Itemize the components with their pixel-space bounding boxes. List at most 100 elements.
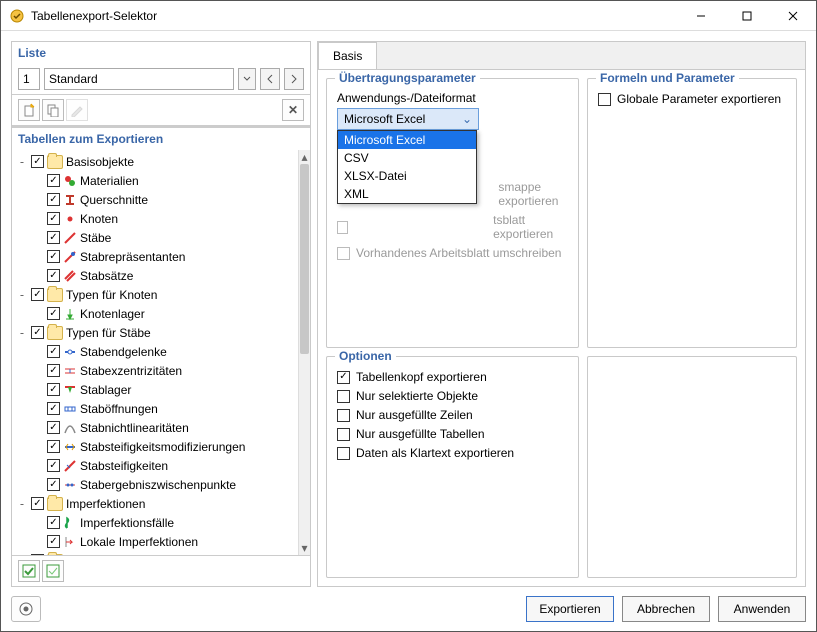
tree-group[interactable]: -Typen für Stäbe [12,323,298,342]
checkbox[interactable] [47,174,60,187]
checkbox[interactable] [47,421,60,434]
tree-group[interactable]: -Basisobjekte [12,152,298,171]
tree-item[interactable]: Knoten [12,209,298,228]
checkbox[interactable] [47,250,60,263]
expander-icon[interactable]: - [16,326,28,340]
hinge-icon [63,345,77,359]
tree-item[interactable]: Stabsteifigkeiten [12,456,298,475]
cancel-button[interactable]: Abbrechen [622,596,710,622]
checkbox[interactable] [598,93,611,106]
delete-list-button[interactable]: ✕ [282,99,304,121]
tree-item[interactable]: Stablager [12,380,298,399]
scroll-down-icon[interactable]: ▾ [299,541,310,555]
checkbox[interactable] [337,428,350,441]
checkbox[interactable] [31,288,44,301]
checkbox[interactable] [47,535,60,548]
checkbox[interactable] [47,193,60,206]
close-button[interactable] [770,1,816,31]
apply-button[interactable]: Anwenden [718,596,806,622]
list-dropdown-button[interactable] [238,68,256,90]
window-title: Tabellenexport-Selektor [31,9,678,23]
impcase-icon [63,516,77,530]
tree-group[interactable]: -Lastfälle und Kombinationen [12,551,298,555]
chk-cleartext[interactable]: Daten als Klartext exportieren [337,446,568,460]
tree-item[interactable]: Staböffnungen [12,399,298,418]
checkbox[interactable] [47,269,60,282]
minimize-button[interactable] [678,1,724,31]
tab-basis[interactable]: Basis [318,42,377,70]
help-button[interactable] [11,596,41,622]
scroll-up-icon[interactable]: ▴ [299,150,310,164]
format-option[interactable]: Microsoft Excel [338,131,476,149]
checkbox[interactable] [47,212,60,225]
tree-item-label: Querschnitte [80,193,148,207]
chk-filled-rows[interactable]: Nur ausgefüllte Zeilen [337,408,568,422]
checkbox[interactable] [31,155,44,168]
expander-icon[interactable]: - [16,497,28,511]
tree-item[interactable]: Querschnitte [12,190,298,209]
list-name-combo[interactable]: Standard [44,68,234,90]
checkbox[interactable] [47,364,60,377]
checkbox[interactable] [337,447,350,460]
checkbox[interactable] [337,409,350,422]
uncheck-all-button[interactable] [42,560,64,582]
support-icon [63,307,77,321]
chk-only-selected[interactable]: Nur selektierte Objekte [337,389,568,403]
tree-item[interactable]: Stabsätze [12,266,298,285]
tree-item[interactable]: Stabrepräsentanten [12,247,298,266]
maximize-button[interactable] [724,1,770,31]
list-prev-button[interactable] [260,68,280,90]
checkbox[interactable] [31,326,44,339]
expander-icon[interactable]: - [16,155,28,169]
tree-item[interactable]: Materialien [12,171,298,190]
format-option[interactable]: XLSX-Datei [338,167,476,185]
checkbox[interactable] [47,516,60,529]
list-index-combo[interactable]: 1 [18,68,40,90]
tree-item[interactable]: Imperfektionsfälle [12,513,298,532]
tree-item[interactable]: Stäbe [12,228,298,247]
chk-table-header[interactable]: Tabellenkopf exportieren [337,370,568,384]
checkbox[interactable] [47,383,60,396]
checkbox[interactable] [47,478,60,491]
export-button[interactable]: Exportieren [526,596,614,622]
format-option[interactable]: CSV [338,149,476,167]
tree-item[interactable]: Stabexzentrizitäten [12,361,298,380]
checkbox[interactable] [47,440,60,453]
tree-item[interactable]: Stabnichtlinearitäten [12,418,298,437]
list-next-button[interactable] [284,68,304,90]
scroll-thumb[interactable] [300,164,309,354]
expander-icon[interactable]: - [16,554,28,556]
tables-tree[interactable]: -Basisobjekte Materialien Querschnitte Knot… [12,150,298,555]
tree-item[interactable]: Knotenlager [12,304,298,323]
tree-item[interactable]: Stabsteifigkeitsmodifizierungen [12,437,298,456]
tree-item-label: Stabnichtlinearitäten [80,421,189,435]
expander-icon[interactable]: - [16,288,28,302]
new-list-button[interactable] [18,99,40,121]
checkbox[interactable] [47,345,60,358]
tree-item[interactable]: Stabergebniszwischenpunkte [12,475,298,494]
checkbox[interactable] [47,231,60,244]
format-dropdown[interactable]: Microsoft ExcelCSVXLSX-DateiXML [337,130,477,204]
tree-group[interactable]: -Imperfektionen [12,494,298,513]
tree-scrollbar[interactable]: ▴ ▾ [298,150,310,555]
tree-group[interactable]: -Typen für Knoten [12,285,298,304]
format-select[interactable]: Microsoft Excel ⌄ [337,108,479,130]
tree-item[interactable]: Stabendgelenke [12,342,298,361]
checkbox[interactable] [47,307,60,320]
tree-item-label: Materialien [80,174,139,188]
chk-filled-tables[interactable]: Nur ausgefüllte Tabellen [337,427,568,441]
check-all-button[interactable] [18,560,40,582]
group-empty [587,356,797,578]
stiff-icon [63,459,77,473]
checkbox[interactable] [47,402,60,415]
tree-item[interactable]: Lokale Imperfektionen [12,532,298,551]
checkbox[interactable] [337,371,350,384]
chk-global-params[interactable]: Globale Parameter exportieren [598,92,786,106]
format-option[interactable]: XML [338,185,476,203]
checkbox[interactable] [31,497,44,510]
copy-list-button[interactable] [42,99,64,121]
checkbox[interactable] [31,554,44,555]
checkbox[interactable] [337,390,350,403]
checkbox[interactable] [47,459,60,472]
chevron-down-icon: ⌄ [462,112,472,126]
